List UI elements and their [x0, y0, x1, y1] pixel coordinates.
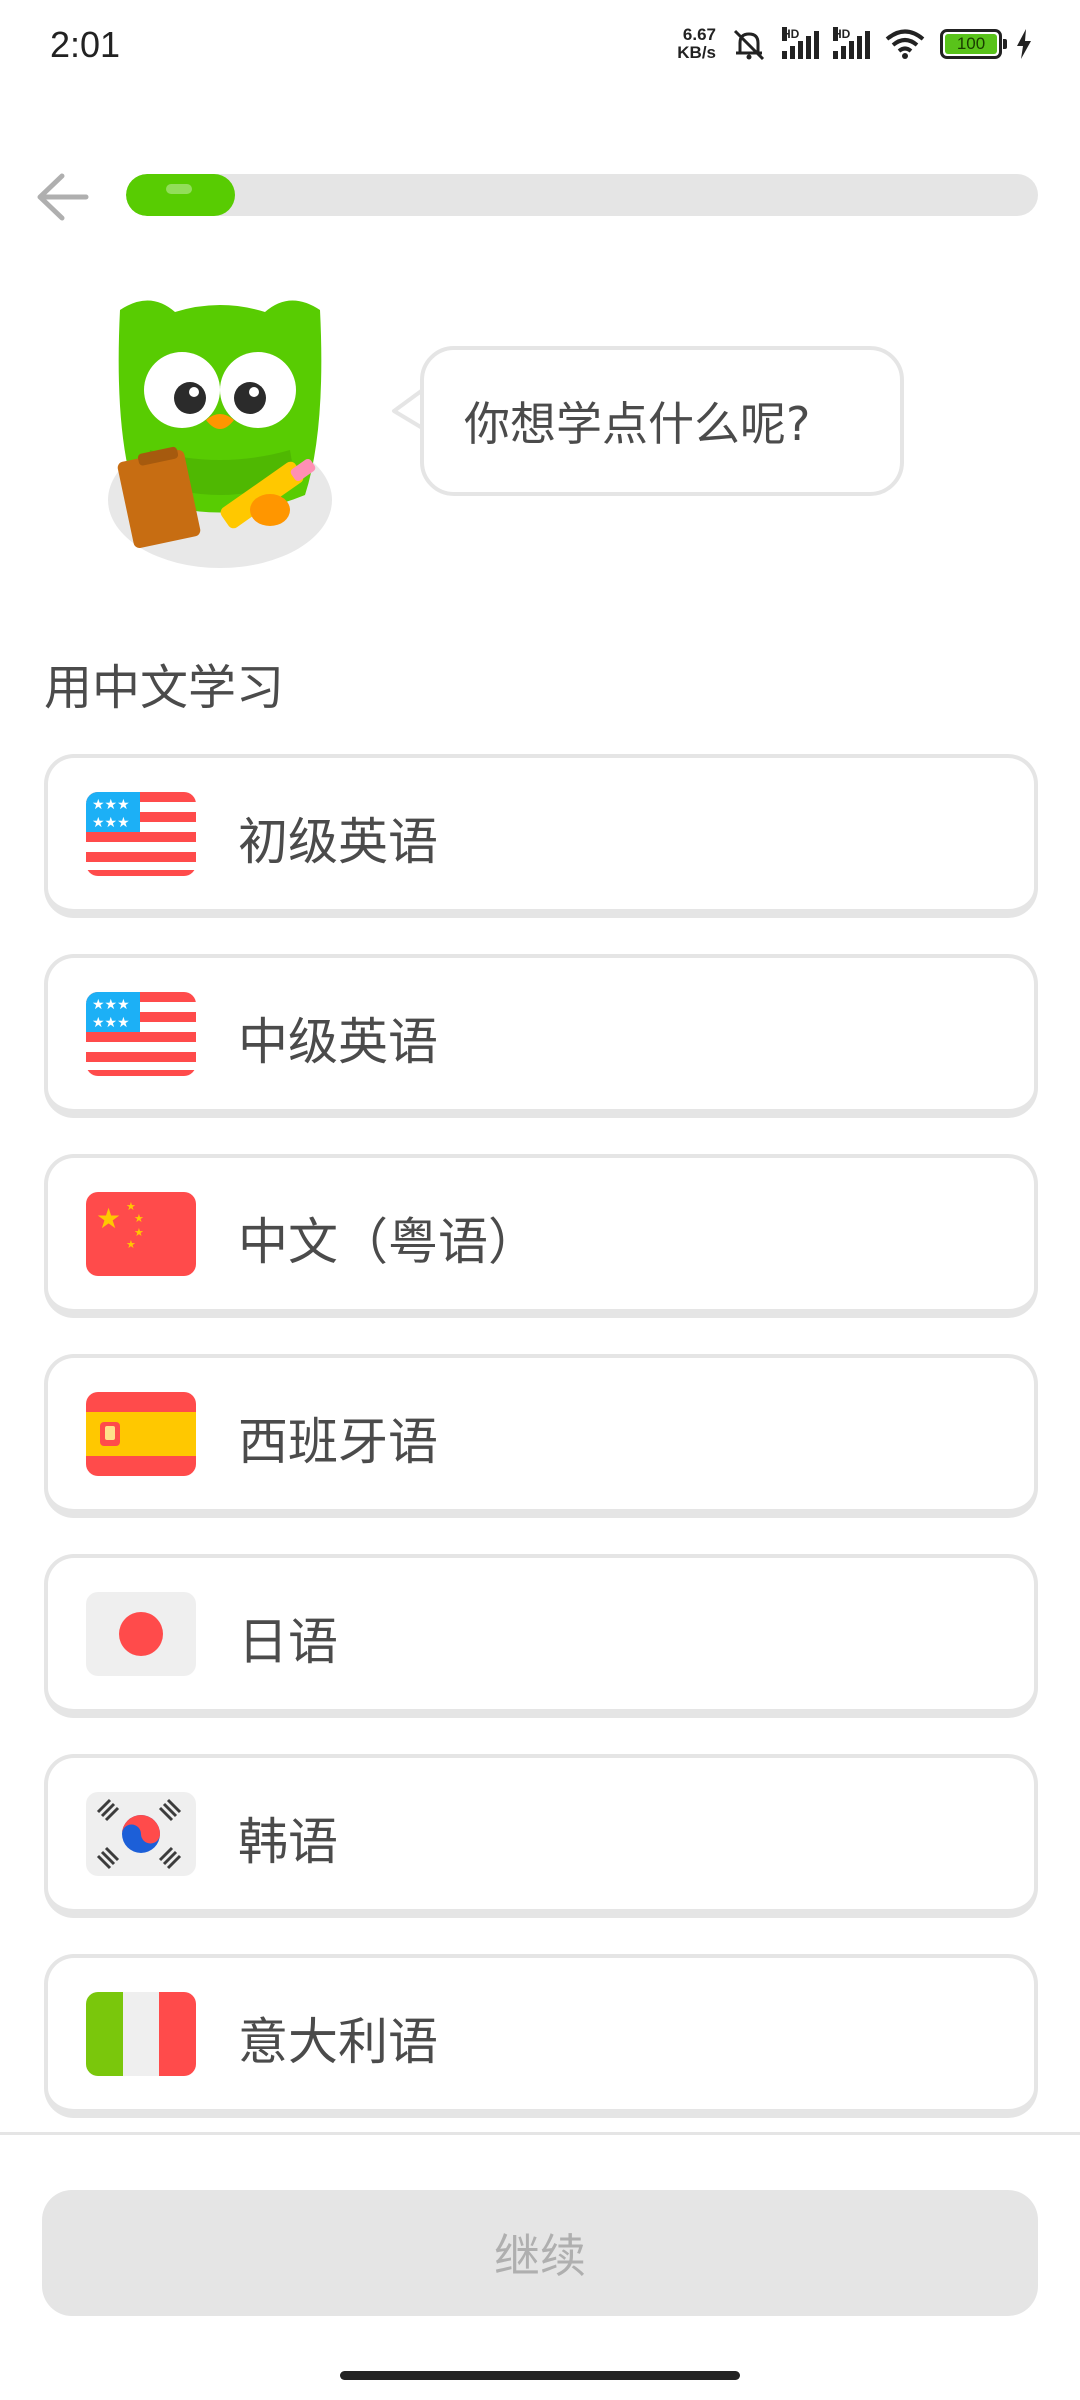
svg-text:★: ★	[96, 1202, 121, 1235]
us-flag-icon: ★★★ ★★★	[86, 992, 196, 1076]
italy-flag-icon	[86, 1992, 196, 2076]
course-option[interactable]: ★ ★ ★ ★ ★ 中文（粤语）	[44, 1154, 1038, 1318]
wifi-icon	[885, 29, 925, 59]
signal-icon-2: HD	[833, 27, 870, 59]
course-label: 初级英语	[238, 813, 438, 871]
course-option[interactable]: 韩语	[44, 1754, 1038, 1918]
course-option[interactable]: ★★★ ★★★ 初级英语	[44, 754, 1038, 918]
svg-text:★★★: ★★★	[92, 997, 130, 1013]
course-label: 日语	[238, 1613, 338, 1671]
course-option[interactable]: 西班牙语	[44, 1354, 1038, 1518]
arrow-left-icon	[37, 173, 89, 221]
status-time: 2:01	[50, 24, 121, 65]
footer-divider	[0, 2132, 1080, 2135]
svg-text:★: ★	[126, 1238, 136, 1251]
course-option[interactable]: ★★★ ★★★ 中级英语	[44, 954, 1038, 1118]
course-label: 中文（粤语）	[238, 1213, 538, 1271]
network-speed: 6.67 KB/s	[677, 25, 716, 62]
battery-icon: 100	[940, 29, 1007, 59]
course-list: ★★★ ★★★ 初级英语 ★★★ ★★★ 中级英语 ★ ★ ★ ★ ★ 中文（粤…	[44, 754, 1038, 2154]
japan-flag-icon	[86, 1592, 196, 1676]
china-flag-icon: ★ ★ ★ ★ ★	[86, 1192, 196, 1276]
course-option[interactable]: 日语	[44, 1554, 1038, 1718]
owl-mascot-icon	[108, 300, 332, 568]
us-flag-icon: ★★★ ★★★	[86, 792, 196, 876]
spain-flag-icon	[86, 1392, 196, 1476]
svg-text:★★★: ★★★	[92, 815, 130, 831]
course-option[interactable]: 意大利语	[44, 1954, 1038, 2118]
svg-text:★: ★	[134, 1212, 144, 1225]
back-button[interactable]	[30, 165, 94, 229]
svg-text:★★★: ★★★	[92, 1015, 130, 1031]
progress-fill	[126, 174, 236, 216]
section-title: 用中文学习	[44, 660, 285, 716]
korea-flag-icon	[86, 1792, 196, 1876]
course-label: 西班牙语	[238, 1413, 438, 1471]
svg-text:★★★: ★★★	[92, 797, 130, 813]
charging-bolt-icon	[1017, 29, 1031, 59]
status-icons: 6.67 KB/s HD HD 100	[677, 26, 1032, 62]
signal-icon-1: HD	[782, 27, 819, 59]
course-label: 意大利语	[238, 2013, 438, 2071]
continue-button[interactable]: 继续	[42, 2190, 1038, 2316]
progress-bar	[126, 174, 1038, 216]
status-bar: 2:01 6.67 KB/s HD HD 100	[0, 0, 1080, 96]
mute-bell-icon	[733, 29, 765, 61]
speech-bubble: 你想学点什么呢?	[420, 346, 904, 496]
course-label: 韩语	[238, 1813, 338, 1871]
course-label: 中级英语	[238, 1013, 438, 1071]
home-indicator[interactable]	[340, 2371, 740, 2380]
speech-text: 你想学点什么呢?	[464, 397, 811, 451]
